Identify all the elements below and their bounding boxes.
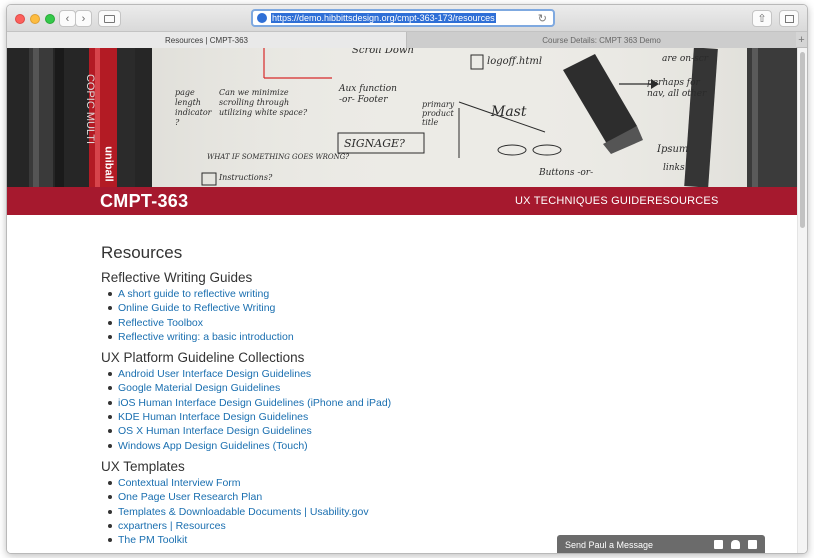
tab-course-details[interactable]: Course Details: CMPT 363 Demo — [407, 32, 797, 48]
nav-resources[interactable]: RESOURCES — [647, 195, 718, 207]
page-title: Resources — [101, 243, 183, 262]
sketch-text: are on-scr — [662, 54, 709, 64]
browser-toolbar: ‹ › https://demo.hibbittsdesign.org/cmpt… — [7, 5, 807, 32]
url-text: https://demo.hibbittsdesign.org/cmpt-363… — [271, 13, 496, 23]
address-bar[interactable]: https://demo.hibbittsdesign.org/cmpt-363… — [251, 9, 555, 27]
resource-link[interactable]: Templates & Downloadable Documents | Usa… — [108, 505, 701, 519]
sketch-text: Scroll Down — [352, 48, 414, 56]
site-title[interactable]: CMPT-363 — [100, 191, 188, 212]
sketch-text: Instructions? — [219, 173, 273, 182]
tabs-icon — [784, 14, 794, 23]
chat-widget-icons — [714, 540, 757, 549]
sketch-text: Aux function -or- Footer — [339, 84, 397, 105]
browser-window: ‹ › https://demo.hibbittsdesign.org/cmpt… — [6, 4, 808, 554]
sketch-text: Can we minimize scrolling through utiliz… — [219, 88, 308, 117]
sketch-text: logoff.html — [487, 56, 543, 67]
nav-ux-techniques-guide[interactable]: UX TECHNIQUES GUIDE — [515, 195, 647, 207]
resource-link[interactable]: Online Guide to Reflective Writing — [108, 301, 701, 315]
expand-icon[interactable] — [748, 540, 757, 549]
sketch-text: WHAT IF SOMETHING GOES WRONG? — [207, 153, 350, 161]
new-tab-button[interactable]: + — [796, 32, 807, 47]
resource-link[interactable]: cxpartners | Resources — [108, 519, 701, 533]
sketch-text: links — [663, 163, 685, 173]
window-icon[interactable] — [714, 540, 723, 549]
close-window-button[interactable] — [15, 14, 25, 24]
pen-label: uniball — [102, 146, 115, 182]
back-button[interactable]: ‹ — [59, 10, 76, 27]
resource-link[interactable]: Reflective Toolbox — [108, 316, 701, 330]
resource-link[interactable]: One Page User Research Plan — [108, 490, 701, 504]
sidebar-icon — [104, 14, 115, 23]
link-list: A short guide to reflective writing Onli… — [101, 287, 701, 344]
maximize-window-button[interactable] — [45, 14, 55, 24]
share-icon: ⇧ — [757, 13, 767, 25]
page-content: Scroll Down logoff.html page length indi… — [7, 48, 799, 553]
chat-widget[interactable]: Send Paul a Message — [557, 535, 765, 553]
section-heading: UX Platform Guideline Collections — [101, 350, 305, 366]
minimize-window-button[interactable] — [30, 14, 40, 24]
sketch-text: page length indicator ? — [175, 88, 212, 127]
sketch-text: SIGNAGE? — [344, 137, 405, 150]
main-content: Resources Reflective Writing Guides A sh… — [101, 242, 701, 547]
chevron-left-icon: ‹ — [65, 12, 70, 25]
sketch-text: Mast — [491, 104, 527, 120]
resource-link[interactable]: Reflective writing: a basic introduction — [108, 330, 701, 344]
resource-link[interactable]: A short guide to reflective writing — [108, 287, 701, 301]
globe-icon — [257, 13, 267, 23]
reload-icon[interactable]: ↻ — [538, 12, 547, 25]
site-header: CMPT-363 UX TECHNIQUES GUIDE RESOURCES — [7, 187, 799, 215]
sketch-text: Buttons -or- — [539, 168, 594, 178]
tab-overview-button[interactable] — [779, 10, 799, 27]
resource-link[interactable]: Windows App Design Guidelines (Touch) — [108, 439, 701, 453]
tab-resources[interactable]: Resources | CMPT-363 — [7, 32, 407, 48]
marker-label: COPIC MULTI — [84, 73, 97, 145]
section-heading: Reflective Writing Guides — [101, 270, 253, 285]
chevron-right-icon: › — [81, 12, 86, 25]
resource-link[interactable]: Contextual Interview Form — [108, 476, 701, 490]
sketch-text: perhaps for nav, all other — [647, 78, 707, 99]
resource-link[interactable]: Google Material Design Guidelines — [108, 381, 701, 395]
forward-button[interactable]: › — [75, 10, 92, 27]
resource-link[interactable]: iOS Human Interface Design Guidelines (i… — [108, 396, 701, 410]
resource-link[interactable]: OS X Human Interface Design Guidelines — [108, 424, 701, 438]
bell-icon[interactable] — [731, 540, 740, 549]
resource-link[interactable]: Android User Interface Design Guidelines — [108, 367, 701, 381]
section-heading: UX Templates — [101, 458, 185, 474]
share-button[interactable]: ⇧ — [752, 10, 772, 27]
vertical-scrollbar[interactable] — [797, 48, 807, 553]
sketch-text: Ipsum — [657, 144, 689, 155]
resource-link[interactable]: KDE Human Interface Design Guidelines — [108, 410, 701, 424]
sidebar-button[interactable] — [98, 10, 121, 27]
sketch-text: primary product title — [422, 100, 455, 127]
scrollbar-thumb[interactable] — [800, 52, 805, 228]
chat-widget-label: Send Paul a Message — [565, 540, 654, 550]
link-list: Android User Interface Design Guidelines… — [101, 367, 701, 453]
tab-bar: Resources | CMPT-363 Course Details: CMP… — [7, 32, 807, 48]
hero-image: Scroll Down logoff.html page length indi… — [7, 48, 799, 187]
